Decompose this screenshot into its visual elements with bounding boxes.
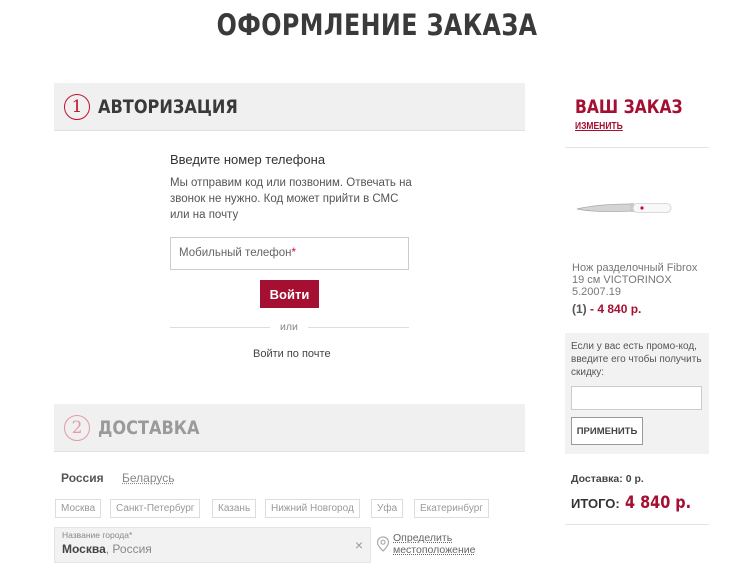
or-text: или	[280, 321, 298, 333]
step-number: 2	[64, 414, 90, 441]
detect-location-line2: местоположение	[393, 544, 476, 556]
city-chip-ufa[interactable]: Уфа	[371, 499, 404, 518]
order-title: ВАШ ЗАКАЗ	[575, 96, 683, 118]
edit-order-link[interactable]: ИЗМЕНИТЬ	[575, 121, 623, 132]
city-label: Название города*	[62, 530, 133, 540]
auth-description: Мы отправим код или позвоним. Отвечать н…	[170, 177, 412, 221]
city-chip-kazan[interactable]: Казань	[212, 499, 257, 518]
city-chip-nn[interactable]: Нижний Новгород	[265, 499, 360, 518]
phone-input[interactable]: Мобильный телефон*	[170, 237, 409, 270]
step-title: ДОСТАВКА	[98, 416, 200, 439]
sidebar-divider	[565, 524, 709, 525]
delivery-label: Доставка:	[571, 473, 623, 485]
city-value: Москва	[62, 542, 106, 556]
detect-location-link[interactable]: Определить местоположение	[393, 532, 475, 556]
city-input[interactable]: Название города* Москва, Россия ×	[54, 527, 371, 563]
auth-heading: Введите номер телефона	[170, 152, 326, 167]
auth-step-header: 1 АВТОРИЗАЦИЯ	[54, 83, 525, 131]
city-region: , Россия	[105, 542, 152, 556]
phone-placeholder: Мобильный телефон	[179, 247, 292, 259]
promo-text: Если у вас есть промо-код, введите его ч…	[571, 341, 702, 378]
divider-right	[308, 327, 409, 328]
detect-location-line1: Определить	[393, 532, 453, 544]
required-mark: *	[291, 247, 297, 259]
total-value: 4 840 р.	[624, 493, 691, 513]
clear-icon[interactable]: ×	[355, 537, 363, 553]
apply-promo-button[interactable]: ПРИМЕНИТЬ	[571, 417, 643, 445]
country-tab-russia[interactable]: Россия	[61, 471, 104, 485]
product-name[interactable]: Нож разделочный Fibrox 19 см VICTORINOX …	[572, 262, 707, 298]
product-price: - 4 840 р.	[586, 302, 642, 316]
promo-code-input[interactable]	[571, 386, 702, 410]
sidebar-divider	[565, 147, 709, 148]
email-login-link[interactable]: Войти по почте	[253, 348, 331, 360]
delivery-cost: Доставка: 0 р.	[571, 473, 644, 485]
country-tab-belarus[interactable]: Беларусь	[122, 471, 174, 485]
promo-section: Если у вас есть промо-код, введите его ч…	[565, 333, 709, 454]
city-chip-ekb[interactable]: Екатеринбург	[414, 499, 489, 518]
page-title: ОФОРМЛЕНИЕ ЗАКАЗА	[216, 8, 538, 42]
product-quantity: (1)	[572, 302, 587, 316]
city-chip-spb[interactable]: Санкт-Петербург	[110, 499, 201, 518]
location-pin-icon[interactable]	[376, 536, 390, 552]
divider-left	[170, 327, 270, 328]
step-title: АВТОРИЗАЦИЯ	[98, 95, 238, 118]
city-chip-moscow[interactable]: Москва	[55, 499, 102, 518]
delivery-step-header: 2 ДОСТАВКА	[54, 404, 525, 452]
step-number: 1	[64, 93, 90, 120]
knife-product-image	[576, 203, 672, 213]
delivery-value: 0 р.	[625, 473, 644, 485]
order-total: ИТОГО: 4 840 р.	[571, 493, 703, 513]
login-button[interactable]: Войти	[260, 280, 319, 308]
total-label: ИТОГО:	[571, 496, 620, 511]
